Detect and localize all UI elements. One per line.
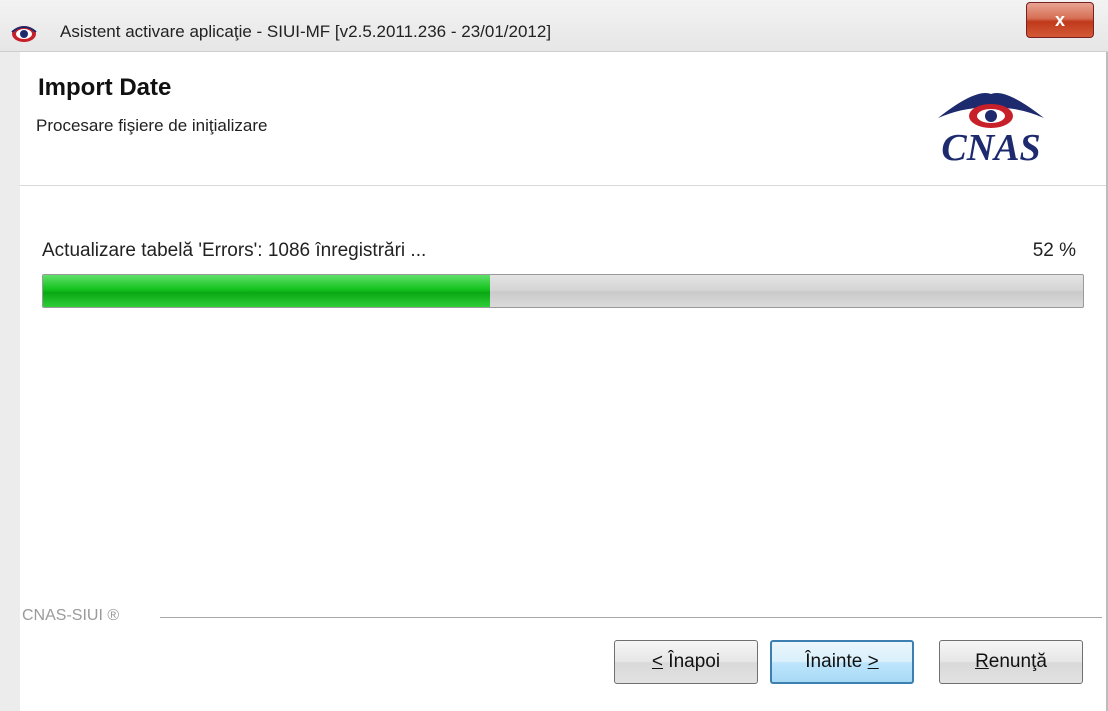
progress-status-label: Actualizare tabelă 'Errors': 1086 înregi…: [42, 240, 427, 261]
close-button[interactable]: x: [1026, 2, 1094, 38]
cancel-button[interactable]: Renunţă: [939, 640, 1083, 684]
window-frame-left: [0, 52, 20, 711]
back-label: Înapoi: [663, 651, 721, 672]
next-label: Înainte: [805, 651, 868, 672]
progress-bar-fill: [43, 275, 491, 307]
cancel-label: enunţă: [988, 651, 1047, 672]
close-icon: x: [1054, 9, 1065, 30]
window-title: Asistent activare aplicaţie - SIUI-MF [v…: [60, 22, 552, 41]
cnas-logo: CNAS: [938, 93, 1044, 166]
wizard-header: Import Date Procesare fişiere de iniţial…: [20, 60, 1106, 186]
next-accel: >: [867, 651, 879, 672]
progress-bar: [42, 274, 1084, 308]
activation-wizard-window: Asistent activare aplicaţie - SIUI-MF [v…: [0, 0, 1108, 711]
svg-text:CNAS: CNAS: [941, 127, 1040, 166]
footer-divider: [160, 617, 1102, 618]
footer-brand: CNAS-SIUI ®: [22, 607, 120, 624]
cancel-accel: R: [975, 651, 989, 672]
back-button[interactable]: < Înapoi: [614, 640, 758, 684]
next-button[interactable]: Înainte >: [770, 640, 914, 684]
page-title: Import Date: [38, 74, 172, 101]
app-logo-icon: [11, 26, 37, 42]
back-accel: <: [651, 651, 664, 672]
page-subtitle: Procesare fişiere de iniţializare: [36, 116, 268, 135]
progress-percent-label: 52 %: [1032, 240, 1076, 261]
title-bar[interactable]: Asistent activare aplicaţie - SIUI-MF [v…: [0, 0, 1108, 52]
